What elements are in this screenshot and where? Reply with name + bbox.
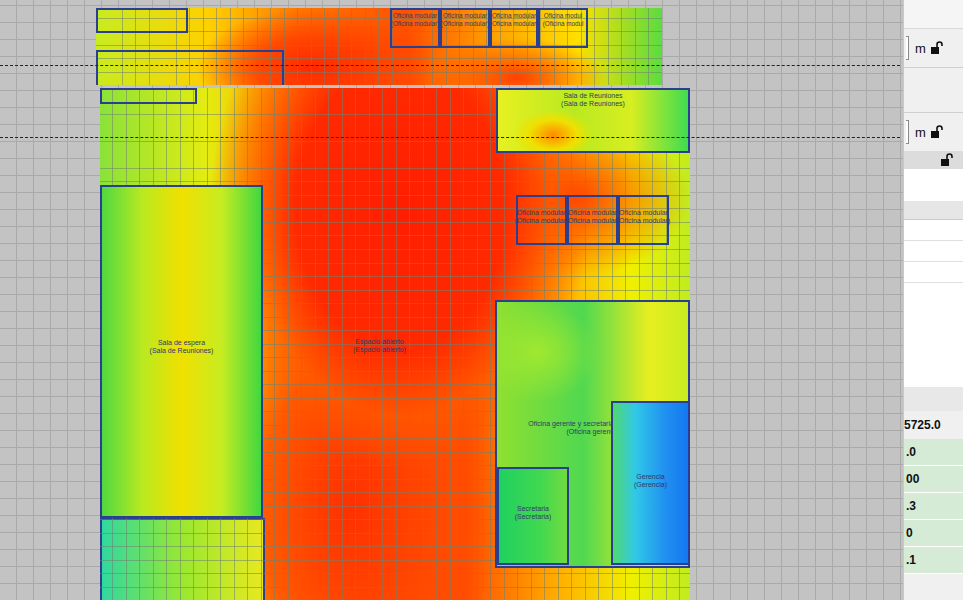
room-sublabel: (Secretaria) — [515, 513, 552, 521]
value-header: 5725.0 — [904, 411, 963, 439]
value-cell: 0 — [904, 520, 963, 547]
room[interactable]: Secretaria (Secretaria) — [497, 467, 569, 565]
room-sublabel: (Oficina modular) — [441, 20, 489, 28]
room-sublabel: (Oficina modular) — [515, 217, 569, 225]
dimension-field[interactable]: m — [904, 113, 963, 151]
room-label: Oficina modul — [544, 12, 583, 20]
room-sublabel: (Espacio abierto) — [353, 346, 406, 354]
room-sublabel: (Oficina modular) — [566, 217, 620, 225]
room-outline — [96, 8, 188, 33]
room-label: Oficina modular — [393, 12, 437, 20]
value-cell: .1 — [904, 547, 963, 574]
room-label: Oficina modular — [443, 12, 487, 20]
room-sublabel: (Oficina modul — [543, 20, 584, 28]
room-sublabel: (Oficina modular) — [617, 217, 671, 225]
room[interactable]: Oficina modular (Oficina modular) — [567, 195, 618, 245]
room-sublabel: (Oficina modular) — [391, 20, 439, 28]
room[interactable]: Oficina modular (Oficina modular) — [516, 195, 567, 245]
room-outline — [100, 88, 197, 104]
room-outline — [96, 50, 284, 85]
room-label: Sala de Reuniones — [563, 92, 622, 100]
open-area[interactable]: Espacio abierto (Espacio abierto) — [263, 88, 496, 600]
room[interactable]: Gerencia (Gerencia) — [611, 401, 690, 565]
guide-line — [0, 137, 900, 138]
unlock-icon[interactable] — [940, 153, 954, 167]
room-label: Gerencia — [636, 473, 664, 481]
room-outline — [100, 518, 265, 600]
room[interactable]: Oficina modul (Oficina modul — [538, 8, 588, 48]
section-header — [904, 151, 963, 169]
properties-panel: m m 5725.0 .000.30.1 — [903, 0, 963, 600]
heatmap-editor: Oficina modular (Oficina modular)Oficina… — [0, 0, 963, 600]
unlock-icon[interactable] — [930, 41, 944, 55]
value-cell: 00 — [904, 466, 963, 493]
room-label: Oficina modular — [517, 209, 566, 217]
room-label: Secretaria — [517, 505, 549, 513]
room[interactable]: Sala de Reuniones (Sala de Reuniones) — [496, 88, 690, 153]
upper-floor-heatmap: Oficina modular (Oficina modular)Oficina… — [96, 8, 662, 85]
room-label: Espacio abierto — [355, 338, 403, 346]
room[interactable]: Sala de espera (Sala de Reuniones) — [100, 185, 263, 518]
unit-label: m — [913, 125, 926, 140]
room-sublabel: (Sala de Reuniones) — [561, 100, 625, 108]
list — [904, 201, 963, 283]
room-sublabel: (Oficina modular) — [490, 20, 538, 28]
value-cell: .3 — [904, 493, 963, 520]
unlock-icon[interactable] — [930, 125, 944, 139]
room-label: Oficina modular — [492, 12, 536, 20]
floor-heatmap[interactable]: Sala de Reuniones (Sala de Reuniones) Ofi… — [100, 88, 690, 600]
room[interactable]: Oficina modular (Oficina modular) — [490, 8, 538, 48]
room-label: Oficina modular — [619, 209, 668, 217]
room-sublabel: (Sala de Reuniones) — [150, 347, 214, 355]
guide-line — [0, 65, 900, 66]
room[interactable]: Oficina modular (Oficina modular) — [440, 8, 490, 48]
room-label: Oficina modular — [568, 209, 617, 217]
room-sublabel: (Gerencia) — [634, 481, 667, 489]
room-label: Sala de espera — [158, 339, 205, 347]
value-cell: .0 — [904, 439, 963, 466]
room[interactable]: Oficina modular (Oficina modular) — [618, 195, 669, 245]
unit-label: m — [913, 41, 926, 56]
room[interactable]: Oficina modular (Oficina modular) — [390, 8, 440, 48]
dimension-field[interactable]: m — [904, 29, 963, 67]
